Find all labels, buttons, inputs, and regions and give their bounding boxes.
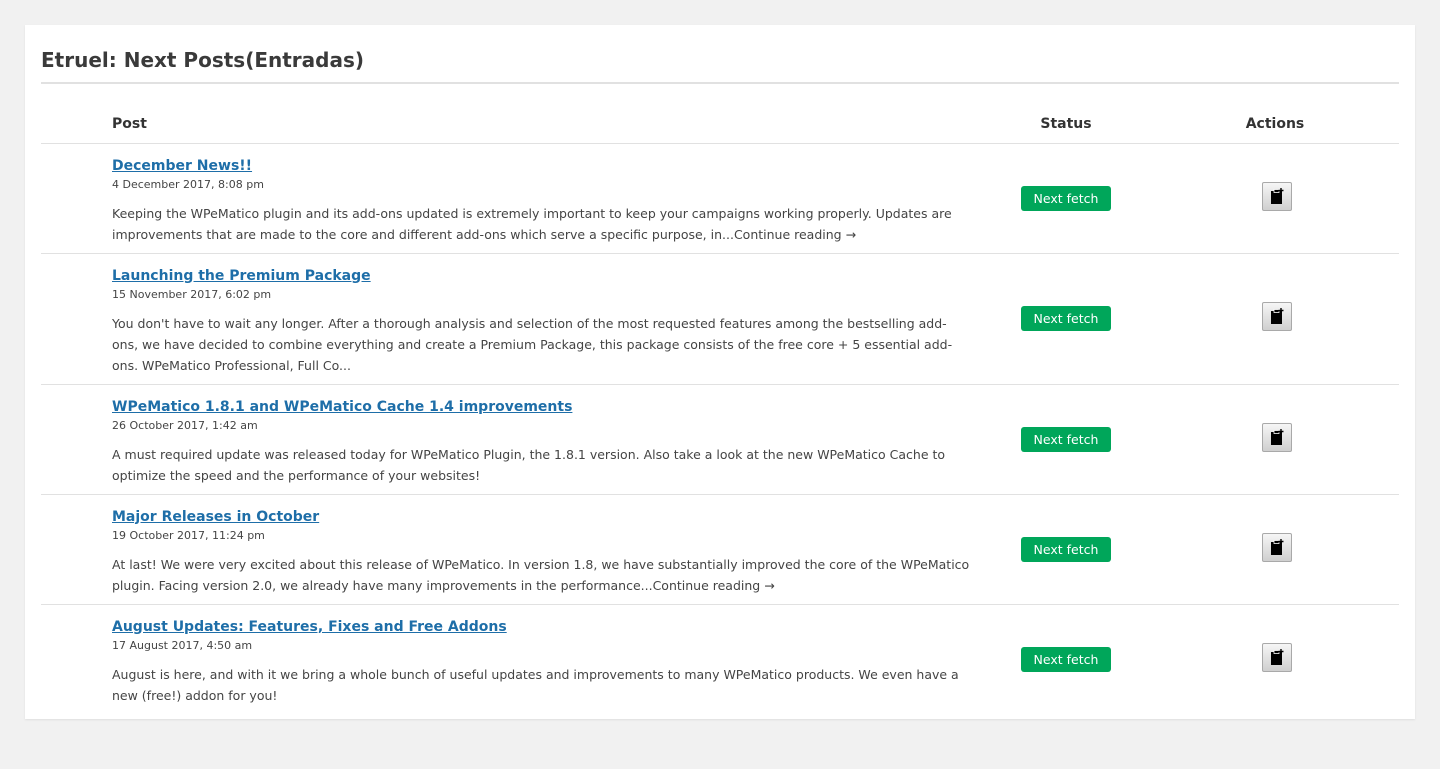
action-button[interactable] <box>1262 302 1292 331</box>
clipboard-add-icon <box>1271 648 1284 665</box>
status-badge: Next fetch <box>1021 306 1111 331</box>
action-button[interactable] <box>1262 532 1292 562</box>
post-excerpt: You don't have to wait any longer. After… <box>112 315 953 373</box>
post-date: 26 October 2017, 1:42 am <box>112 418 258 432</box>
clipboard-add-icon <box>1271 428 1284 445</box>
page-title: Etruel: Next Posts(Entradas) <box>41 25 1399 84</box>
table-row: WPeMatico 1.8.1 and WPeMatico Cache 1.4 … <box>41 384 1399 494</box>
table-row: Major Releases in October 19 October 201… <box>41 494 1399 604</box>
column-header-status: Status <box>981 84 1151 144</box>
post-title-link[interactable]: Major Releases in October <box>112 509 319 526</box>
posts-table: Post Status Actions December News!! 4 De… <box>41 84 1399 714</box>
post-excerpt: A must required update was released toda… <box>112 446 946 483</box>
table-header-row: Post Status Actions <box>41 84 1399 144</box>
status-badge: Next fetch <box>1021 646 1111 672</box>
status-badge: Next fetch <box>1021 426 1111 452</box>
column-header-post: Post <box>41 84 981 144</box>
action-button[interactable] <box>1262 422 1292 452</box>
table-row: Launching the Premium Package 15 Novembe… <box>41 253 1399 384</box>
action-button[interactable] <box>1262 642 1292 672</box>
post-date: 19 October 2017, 11:24 pm <box>112 528 265 542</box>
clipboard-add-icon <box>1271 538 1284 555</box>
post-date: 4 December 2017, 8:08 pm <box>112 177 264 191</box>
table-row: August Updates: Features, Fixes and Free… <box>41 604 1399 714</box>
action-button[interactable] <box>1262 181 1292 211</box>
status-badge: Next fetch <box>1021 185 1111 211</box>
post-excerpt: At last! We were very excited about this… <box>112 556 970 593</box>
clipboard-add-icon <box>1271 308 1284 324</box>
status-badge: Next fetch <box>1021 536 1111 562</box>
post-title-link[interactable]: December News!! <box>112 158 252 175</box>
post-date: 17 August 2017, 4:50 am <box>112 638 253 652</box>
post-excerpt: August is here, and with it we bring a w… <box>112 666 959 703</box>
post-title-link[interactable]: WPeMatico 1.8.1 and WPeMatico Cache 1.4 … <box>112 399 572 416</box>
clipboard-add-icon <box>1271 187 1284 204</box>
post-title-link[interactable]: Launching the Premium Package <box>112 268 371 285</box>
column-header-actions: Actions <box>1151 84 1399 144</box>
next-posts-panel: Etruel: Next Posts(Entradas) Post Status… <box>25 25 1415 719</box>
table-row: December News!! 4 December 2017, 8:08 pm… <box>41 143 1399 253</box>
post-title-link[interactable]: August Updates: Features, Fixes and Free… <box>112 619 507 636</box>
post-date: 15 November 2017, 6:02 pm <box>112 287 272 301</box>
post-excerpt: Keeping the WPeMatico plugin and its add… <box>112 205 952 242</box>
